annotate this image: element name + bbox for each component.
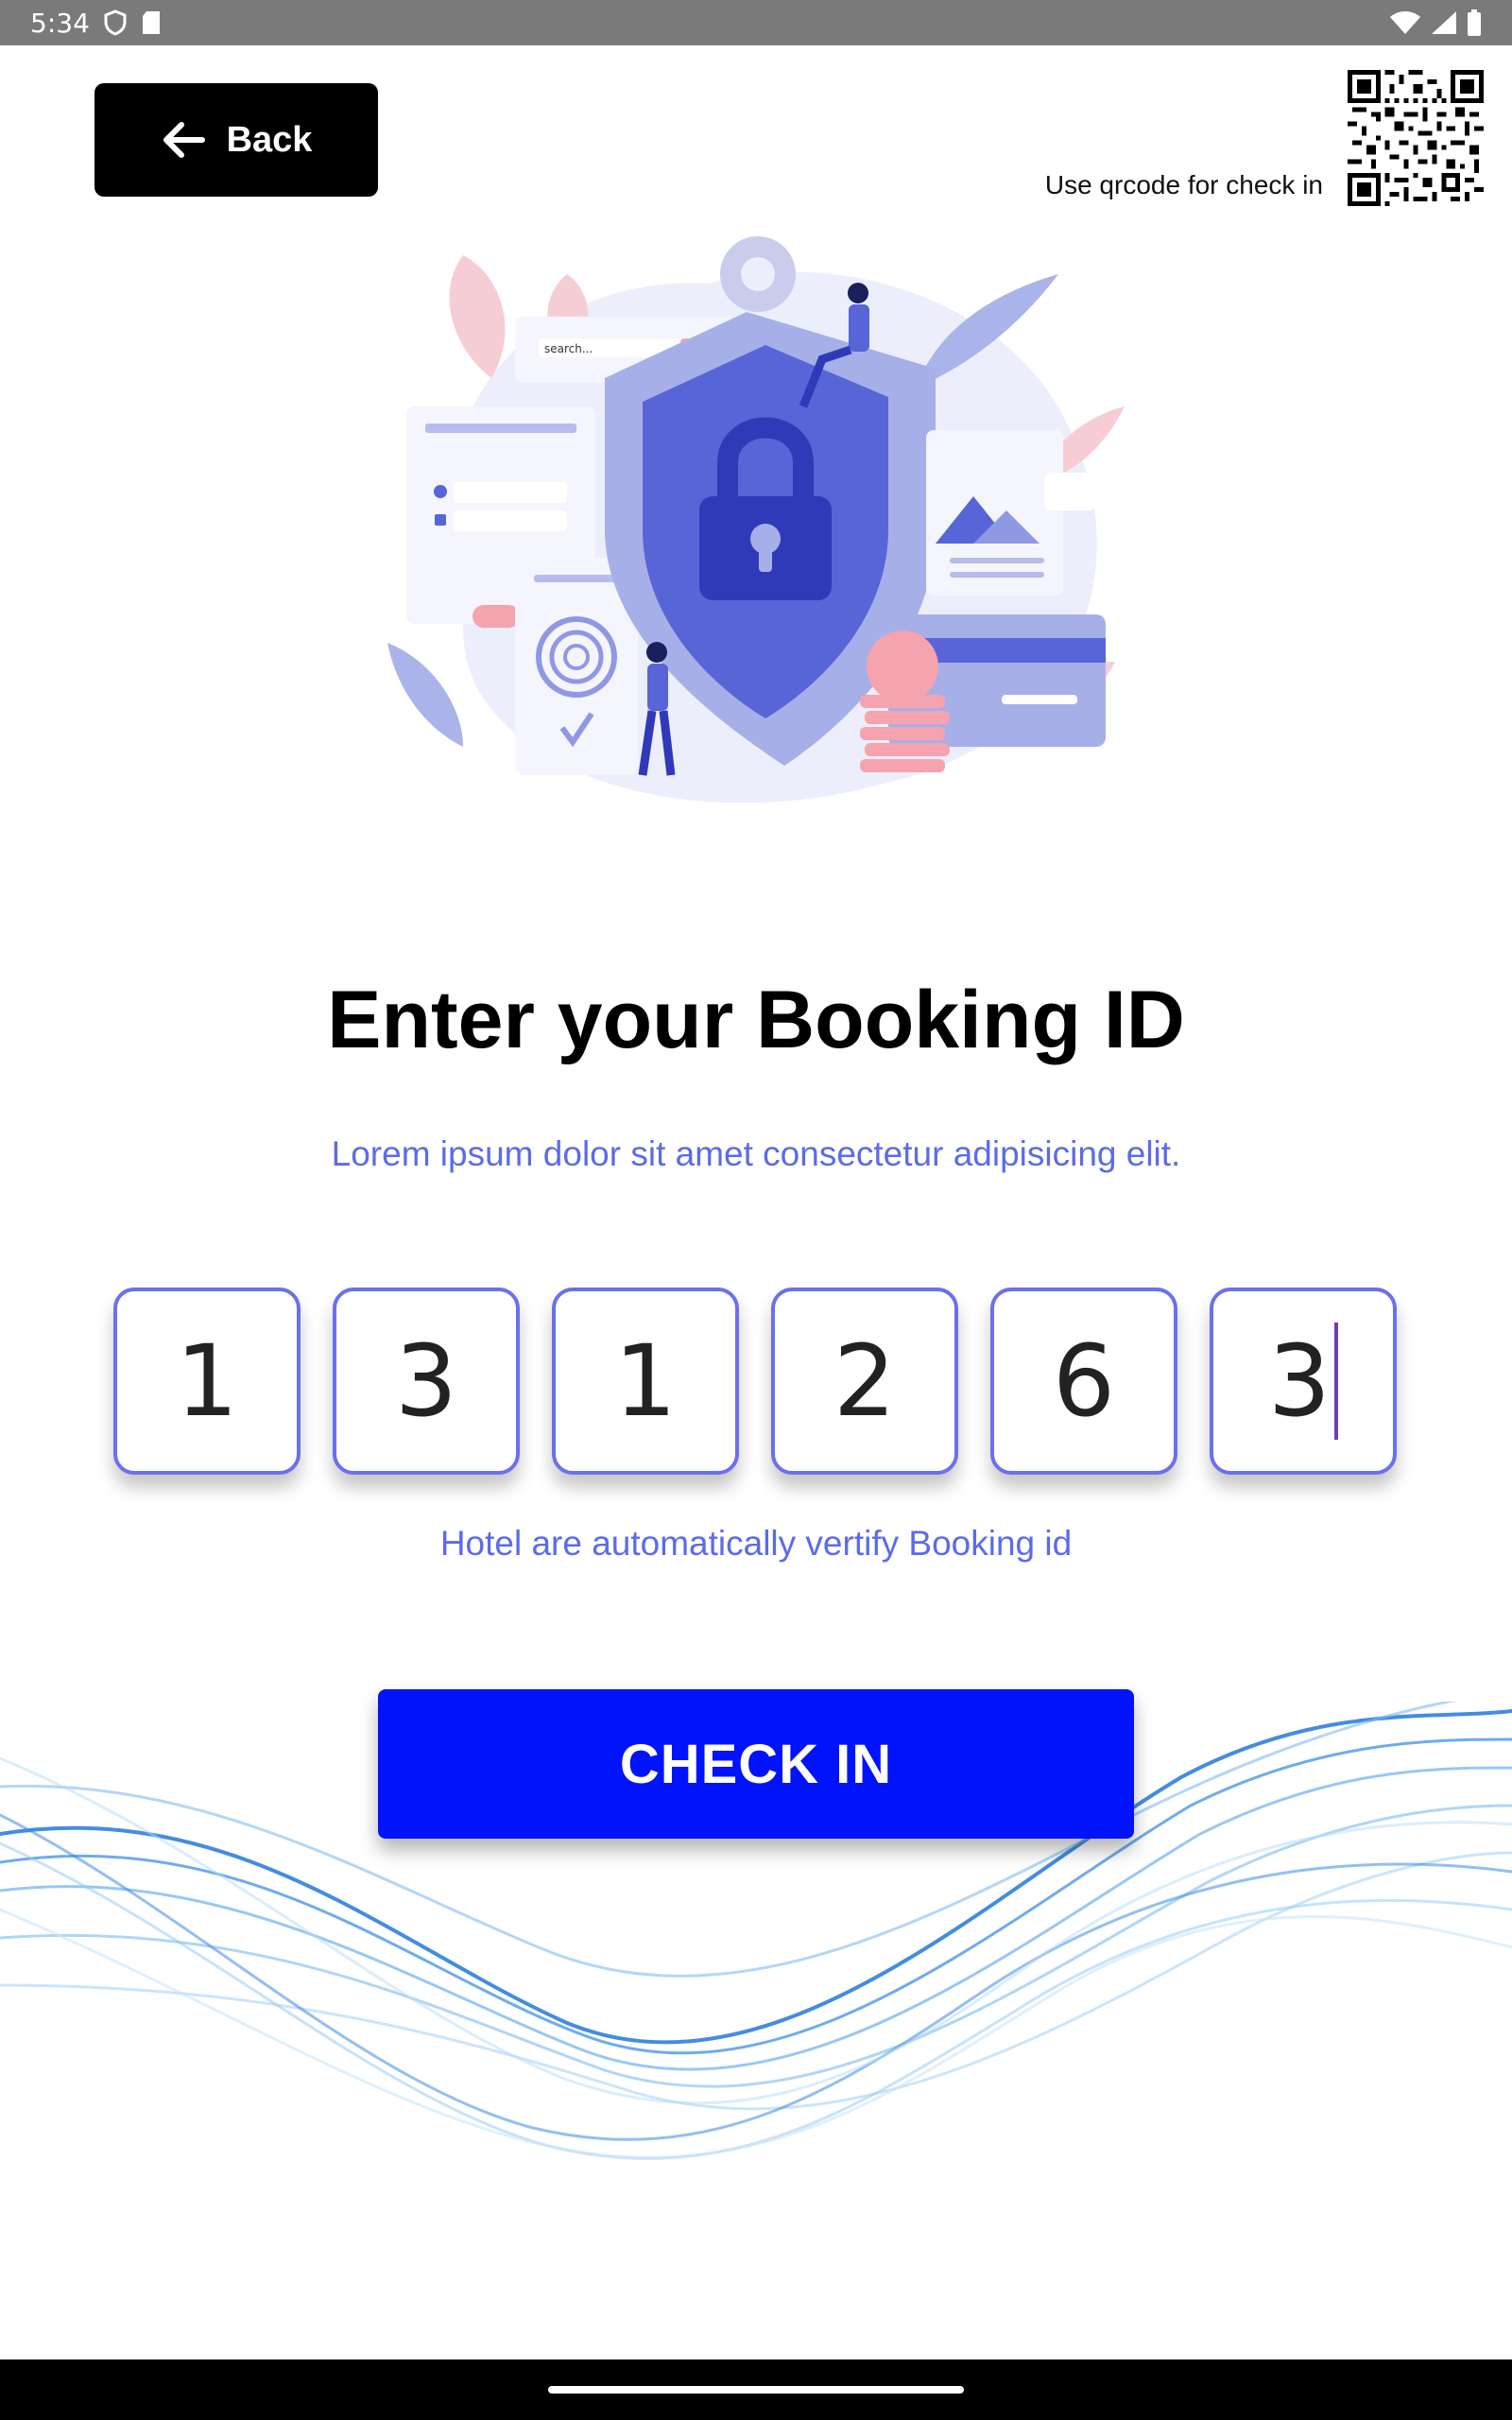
arrow-left-icon xyxy=(163,122,205,158)
security-illustration: search... xyxy=(387,236,1125,804)
battery-icon xyxy=(1468,9,1481,36)
shield-status-icon xyxy=(104,9,127,36)
illustration-search-text: search... xyxy=(544,342,593,355)
subtitle: Lorem ipsum dolor sit amet consectetur a… xyxy=(331,1134,1181,1173)
booking-digit-6[interactable]: 3 xyxy=(1210,1288,1397,1475)
back-button[interactable]: Back xyxy=(94,83,378,197)
status-bar: 5:34 xyxy=(0,0,1512,45)
booking-digit-4[interactable]: 2 xyxy=(771,1288,958,1475)
signal-icon xyxy=(1432,11,1456,34)
sd-card-icon xyxy=(142,11,160,34)
booking-digit-5[interactable]: 6 xyxy=(990,1288,1177,1475)
qr-code-icon[interactable] xyxy=(1348,70,1484,206)
status-time: 5:34 xyxy=(30,7,90,39)
wifi-icon xyxy=(1390,11,1420,34)
page-title: Enter your Booking ID xyxy=(327,975,1185,1065)
check-in-button[interactable]: CHECK IN xyxy=(378,1689,1134,1839)
booking-digit-1[interactable]: 1 xyxy=(113,1288,301,1475)
booking-id-input: 1 3 1 2 6 3 xyxy=(113,1288,1399,1475)
qr-caption: Use qrcode for check in xyxy=(1044,170,1323,199)
booking-digit-2[interactable]: 3 xyxy=(333,1288,520,1475)
home-gesture-handle[interactable] xyxy=(548,2386,964,2394)
verify-hint: Hotel are automatically vertify Booking … xyxy=(439,1524,1073,1563)
back-label: Back xyxy=(226,119,313,160)
text-cursor xyxy=(1334,1322,1339,1440)
booking-digit-3[interactable]: 1 xyxy=(552,1288,739,1475)
